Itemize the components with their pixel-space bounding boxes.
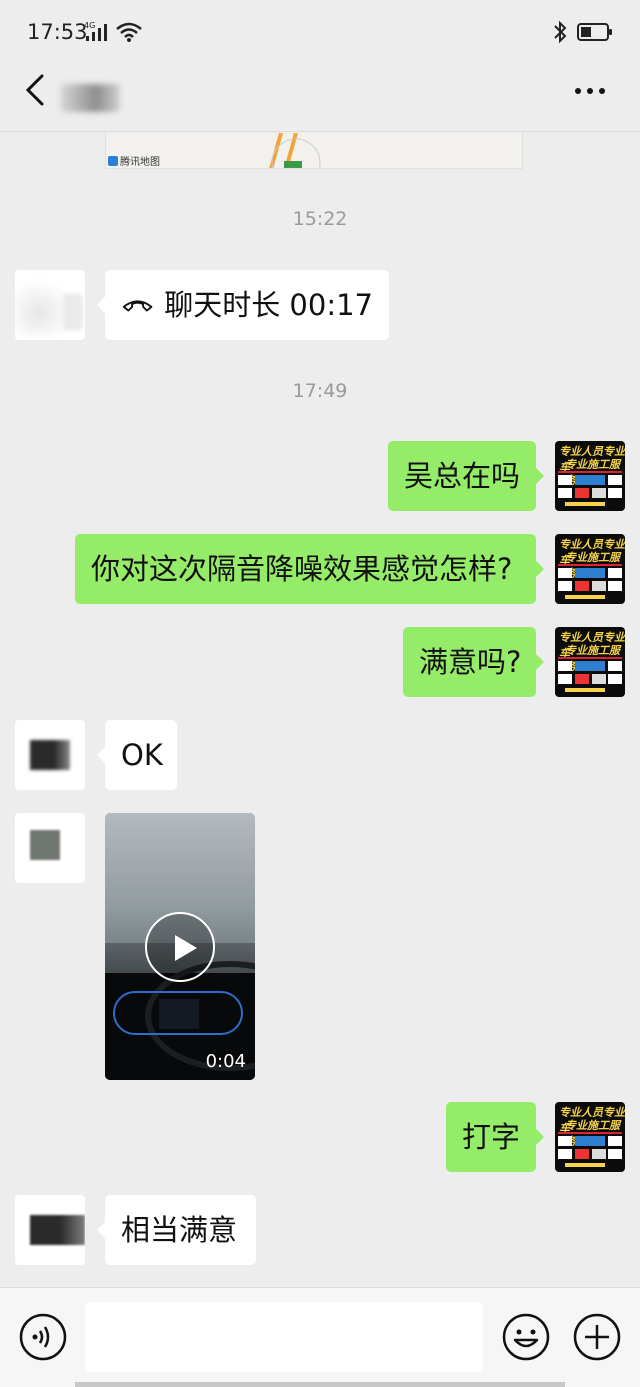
incoming-message[interactable]: OK	[97, 720, 177, 790]
avatar-blurred-patch	[63, 294, 83, 330]
avatar-tile	[575, 674, 589, 684]
avatar-strip	[558, 657, 622, 659]
map-road	[269, 133, 321, 168]
avatar-tile	[608, 581, 622, 591]
gauge-center	[159, 999, 199, 1029]
avatar-tile	[608, 1136, 622, 1146]
avatar-footer	[565, 595, 605, 599]
call-duration-text: 聊天时长 00:17	[164, 288, 373, 322]
avatar-tile	[608, 674, 622, 684]
contact-avatar[interactable]	[15, 720, 85, 790]
chat-header	[0, 62, 640, 132]
wifi-icon	[116, 22, 142, 42]
contact-avatar[interactable]	[15, 1195, 85, 1265]
incoming-message[interactable]: 相当满意	[97, 1195, 256, 1265]
voice-icon[interactable]	[18, 1312, 68, 1362]
avatar-strip	[558, 1132, 622, 1134]
map-source-label: 腾讯地图	[108, 153, 160, 168]
avatar-tile	[592, 488, 606, 498]
avatar-tile	[558, 568, 572, 578]
avatar-blurred-photo	[30, 830, 60, 860]
chat-input-bar	[0, 1287, 640, 1387]
tencent-map-logo-icon	[108, 155, 118, 166]
avatar-tile	[575, 475, 605, 485]
avatar-tile	[575, 661, 605, 671]
my-avatar[interactable]: 专业人员专业车 专业施工服务	[555, 627, 625, 697]
timestamp-separator: 17:49	[292, 380, 348, 402]
avatar-tile	[608, 1149, 622, 1159]
avatar-tile	[592, 1149, 606, 1159]
outgoing-message[interactable]: 打字	[446, 1102, 544, 1172]
avatar-tile	[592, 581, 606, 591]
avatar-tile	[558, 661, 572, 671]
avatar-tile	[608, 475, 622, 485]
my-avatar[interactable]: 专业人员专业车 专业施工服务	[555, 534, 625, 604]
outgoing-message[interactable]: 你对这次隔音降噪效果感觉怎样?	[75, 534, 544, 604]
avatar-tile	[608, 568, 622, 578]
avatar-footer	[565, 502, 605, 506]
more-dots-icon[interactable]	[566, 74, 614, 108]
avatar-footer	[565, 688, 605, 692]
bluetooth-icon	[554, 20, 567, 44]
avatar-blurred-photo	[30, 740, 70, 770]
emoji-icon[interactable]	[501, 1312, 551, 1362]
avatar-tile	[608, 661, 622, 671]
status-time: 17:53	[27, 20, 88, 44]
avatar-tile	[592, 674, 606, 684]
avatar-strip	[558, 564, 622, 566]
phone-hangup-icon	[122, 300, 153, 312]
timestamp-separator: 15:22	[292, 208, 348, 230]
avatar-tile	[558, 1149, 572, 1159]
avatar-tile	[575, 1149, 589, 1159]
play-icon	[175, 935, 197, 961]
call-record-bubble[interactable]: 聊天时长 00:17	[97, 270, 389, 340]
location-map-card[interactable]: 腾讯地图	[105, 133, 523, 169]
avatar-tile	[575, 568, 605, 578]
avatar-strip	[558, 471, 622, 473]
avatar-tile	[558, 1136, 572, 1146]
my-avatar[interactable]: 专业人员专业车 专业施工服务	[555, 441, 625, 511]
chevron-left-icon[interactable]	[18, 72, 58, 112]
avatar-tile	[558, 674, 572, 684]
status-bar: 17:53 4G	[0, 0, 640, 62]
avatar-blurred-photo	[30, 1215, 85, 1245]
battery-icon	[577, 23, 612, 41]
avatar-tile	[558, 475, 572, 485]
avatar-tile	[608, 488, 622, 498]
avatar-tile	[558, 488, 572, 498]
play-button[interactable]	[145, 912, 215, 982]
home-indicator	[75, 1382, 565, 1387]
contact-avatar[interactable]	[15, 813, 85, 883]
contact-name[interactable]	[60, 84, 120, 112]
plus-icon[interactable]	[572, 1312, 622, 1362]
outgoing-message[interactable]: 满意吗?	[403, 627, 544, 697]
message-input[interactable]	[85, 1302, 483, 1372]
avatar-tile	[558, 581, 572, 591]
contact-avatar[interactable]	[15, 270, 85, 340]
outgoing-message[interactable]: 吴总在吗	[388, 441, 544, 511]
avatar-tile	[575, 488, 589, 498]
video-duration: 0:04	[205, 1051, 246, 1072]
network-type-label: 4G	[84, 21, 95, 30]
video-message[interactable]: 0:04	[105, 813, 255, 1080]
cellular-signal-icon: 4G	[84, 21, 107, 41]
avatar-tile	[575, 1136, 605, 1146]
my-avatar[interactable]: 专业人员专业车 专业施工服务	[555, 1102, 625, 1172]
avatar-tile	[575, 581, 589, 591]
avatar-footer	[565, 1163, 605, 1167]
